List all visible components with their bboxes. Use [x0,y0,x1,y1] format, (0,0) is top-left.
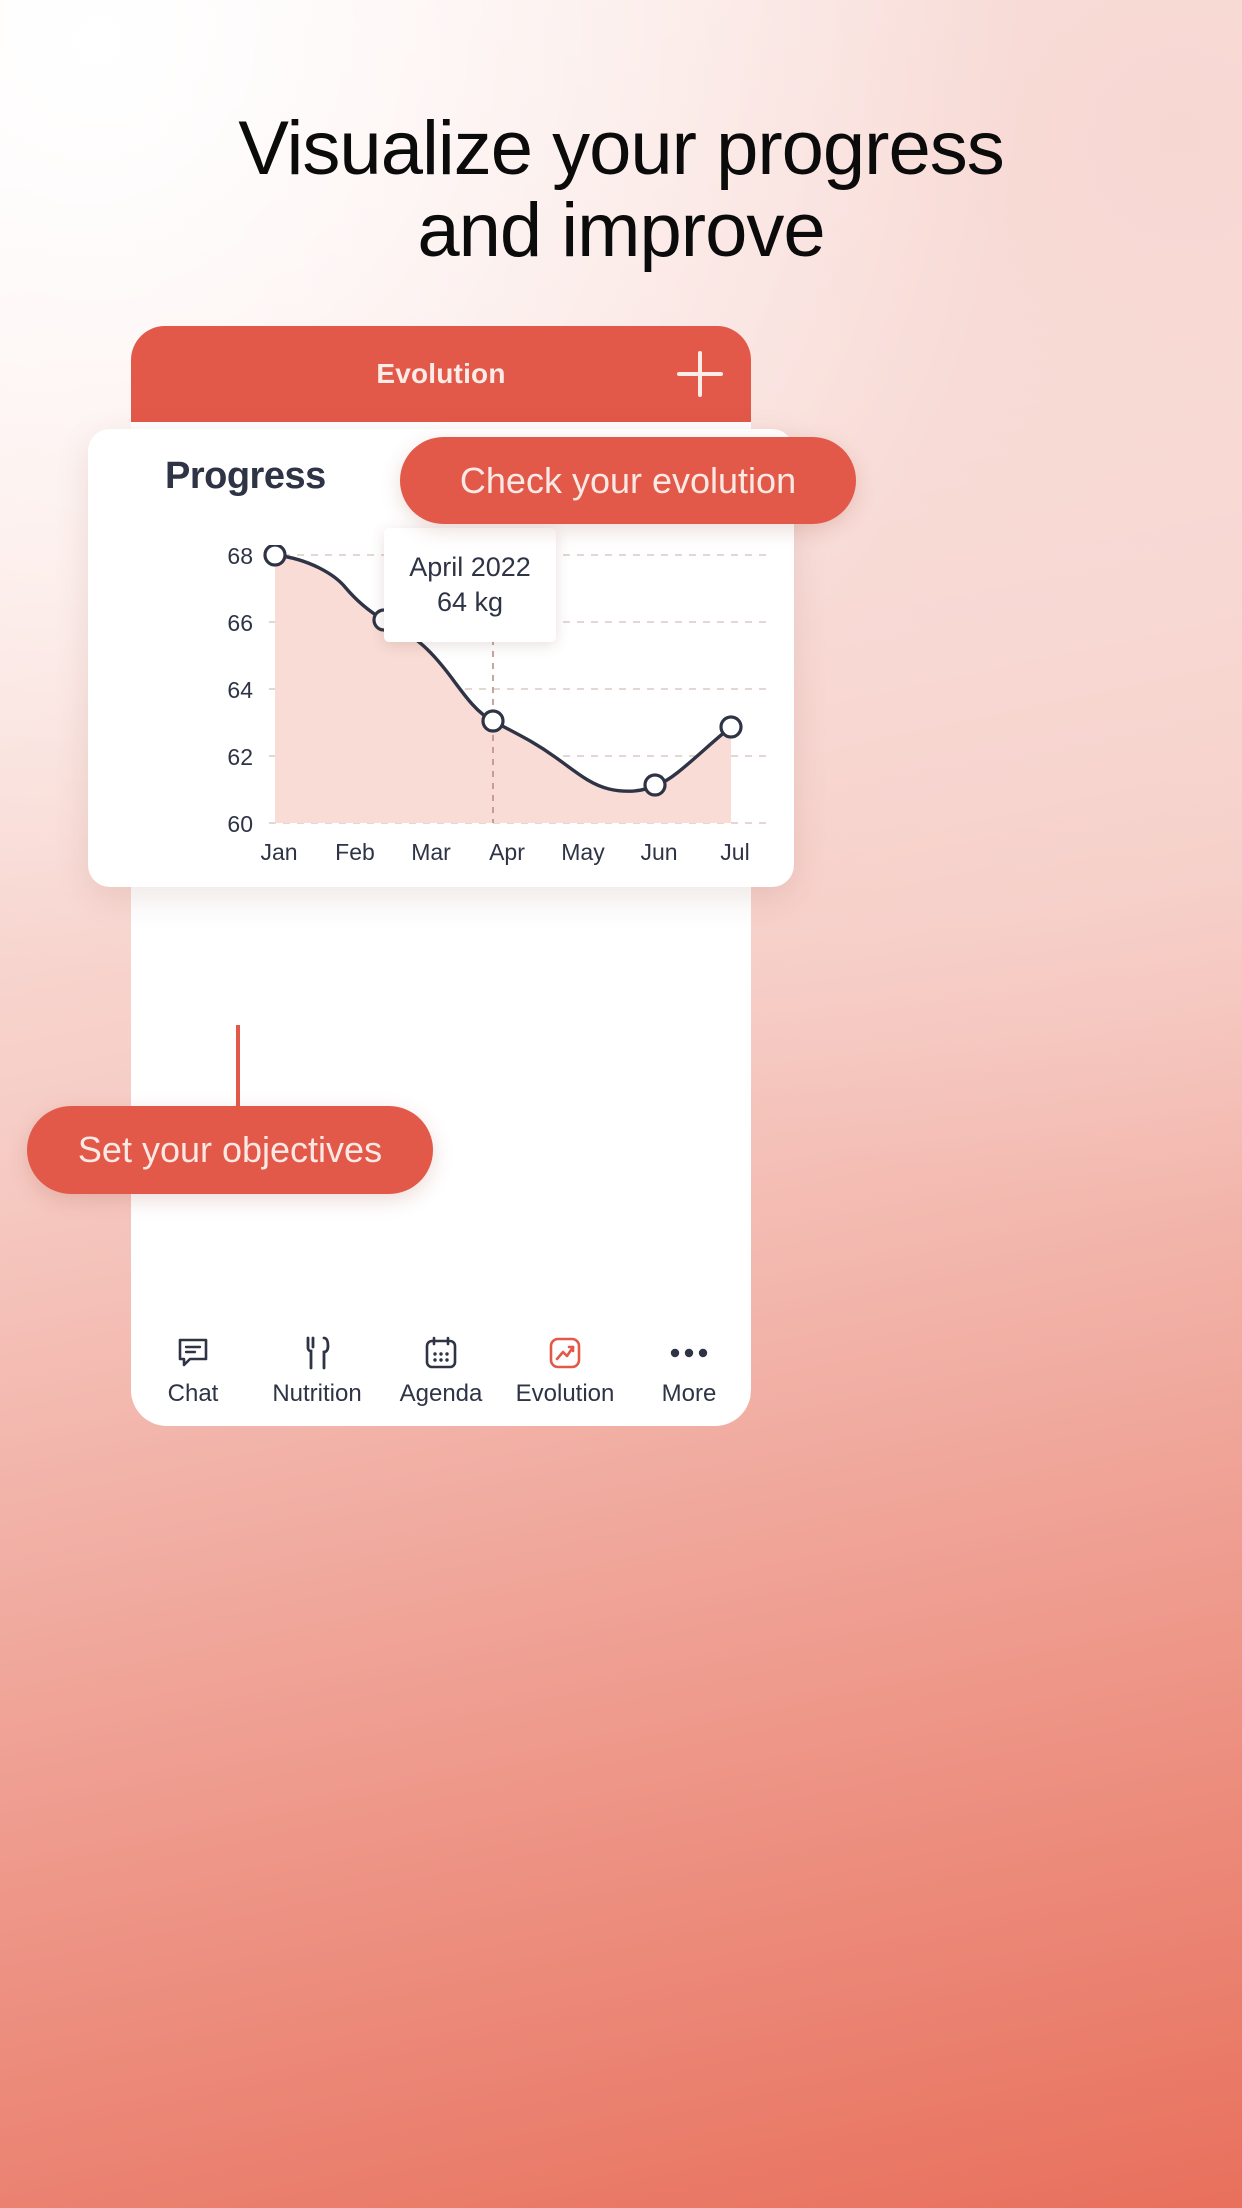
calendar-icon [424,1335,458,1371]
nav-label-nutrition: Nutrition [272,1379,362,1407]
nav-label-chat: Chat [167,1379,219,1407]
svg-text:60: 60 [227,811,253,837]
page-title: Visualize your progress and improve [0,106,1242,274]
nav-label-evolution: Evolution [515,1379,615,1407]
svg-text:64: 64 [227,677,253,703]
nav-item-evolution[interactable]: Evolution [503,1335,627,1408]
ellipsis-icon [669,1335,709,1371]
tooltip-date: April 2022 [409,552,531,582]
chat-icon [176,1335,210,1371]
callout-set-objectives: Set your objectives [27,1106,433,1194]
chart-tooltip: April 2022 64 kg [384,528,556,642]
svg-text:Jun: Jun [640,839,677,865]
svg-text:May: May [561,839,605,865]
app-header: Evolution [131,326,751,422]
bottom-navigation: Chat Nutrition Agenda Evolution More [131,1316,751,1426]
nav-item-agenda[interactable]: Agenda [379,1335,503,1408]
chart-x-ticks: Jan Feb Mar Apr May Jun Jul [260,839,749,865]
nav-item-chat[interactable]: Chat [131,1335,255,1408]
plus-icon[interactable] [677,351,723,397]
nav-label-agenda: Agenda [399,1379,483,1407]
nav-item-more[interactable]: More [627,1335,751,1408]
callout-check-evolution-label: Check your evolution [459,459,797,501]
svg-text:68: 68 [227,545,253,569]
svg-text:Mar: Mar [411,839,451,865]
callout-check-evolution: Check your evolution [400,437,856,524]
headline-line-2: and improve [417,188,825,274]
nav-item-nutrition[interactable]: Nutrition [255,1335,379,1408]
svg-text:Feb: Feb [335,839,375,865]
callout-set-objectives-label: Set your objectives [77,1129,383,1170]
svg-text:62: 62 [227,744,253,770]
cutlery-icon [300,1335,334,1371]
svg-text:66: 66 [227,610,253,636]
tooltip-value: 64 kg [436,587,504,617]
nav-label-more: More [661,1379,717,1407]
svg-text:Jul: Jul [720,839,749,865]
progress-card-title: Progress [165,455,326,497]
svg-text:Apr: Apr [489,839,525,865]
app-header-title: Evolution [376,358,506,389]
chart-y-ticks: 68 66 64 62 60 [227,545,253,837]
chart-up-icon [548,1335,582,1371]
svg-text:Jan: Jan [260,839,297,865]
headline-line-1: Visualize your progress [238,106,1005,191]
